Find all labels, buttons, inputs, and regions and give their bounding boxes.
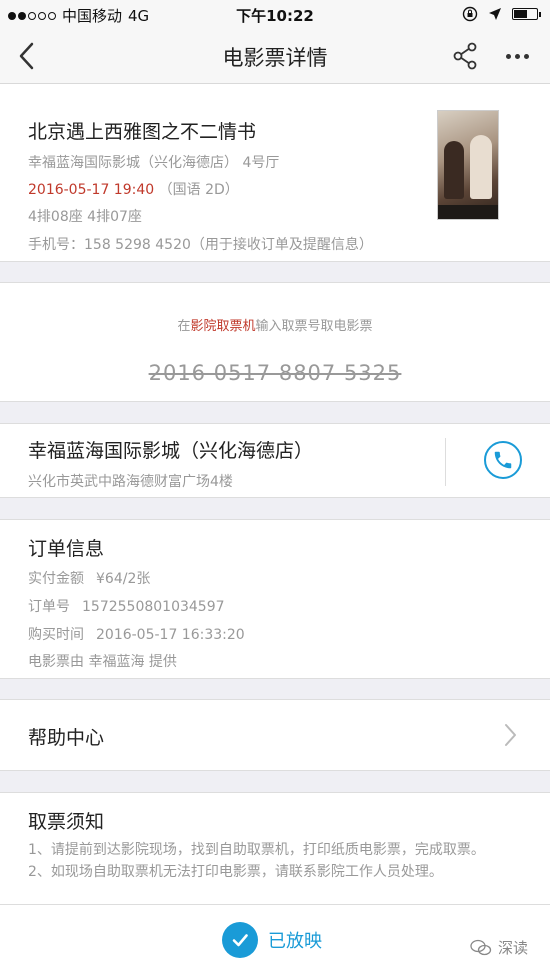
rotation-lock-icon bbox=[462, 6, 478, 22]
cinema-card[interactable]: 幸福蓝海国际影城（兴化海德店） 兴化市英武中路海德财富广场4楼 bbox=[0, 423, 550, 498]
battery-icon bbox=[512, 8, 541, 20]
divider bbox=[445, 438, 446, 486]
ticket-machine-link: 影院取票机 bbox=[190, 319, 256, 334]
movie-poster[interactable] bbox=[437, 110, 499, 220]
hint-suffix: 输入取票号取电影票 bbox=[255, 319, 373, 334]
order-info-card: 订单信息 实付金额 ¥64/2张 订单号 1572550801034597 购买时间… bbox=[0, 519, 550, 679]
seats: 4排08座 4排07座 bbox=[28, 209, 142, 225]
showtime-line: 2016-05-17 19:40 （国语 2D） bbox=[28, 179, 239, 199]
pickup-notice-text: 1、请提前到达影院现场，找到自助取票机，打印纸质电影票，完成取票。 2、如现场自… bbox=[28, 839, 528, 883]
purchase-time-row: 购买时间 2016-05-17 16:33:20 bbox=[28, 624, 245, 644]
bottom-bar: 已放映 深读 bbox=[0, 904, 550, 977]
order-info-title: 订单信息 bbox=[28, 538, 105, 560]
more-icon[interactable] bbox=[506, 42, 538, 70]
status-right bbox=[462, 6, 541, 22]
hint-prefix: 在 bbox=[177, 319, 191, 334]
paid-amount-value: ¥64/2张 bbox=[96, 571, 151, 587]
help-center-row[interactable]: 帮助中心 bbox=[0, 699, 550, 771]
paid-amount-label: 实付金额 bbox=[28, 571, 84, 587]
nav-bar: 电影票详情 bbox=[0, 28, 550, 84]
phone-icon bbox=[494, 451, 512, 469]
ticket-code-hint: 在影院取票机输入取票号取电影票 bbox=[0, 315, 550, 334]
watermark-text: 深读 bbox=[498, 939, 529, 957]
order-number-value: 1572550801034597 bbox=[82, 599, 225, 615]
check-circle-icon bbox=[222, 922, 258, 958]
cinema-address: 兴化市英武中路海德财富广场4楼 bbox=[28, 474, 233, 490]
ticket-code: 2016 0517 8807 5325 bbox=[148, 361, 402, 385]
movie-title: 北京遇上西雅图之不二情书 bbox=[28, 121, 257, 143]
status-bar: 中国移动 4G 下午10:22 bbox=[0, 0, 550, 28]
phone-info: 手机号：158 5298 4520（用于接收订单及提醒信息） bbox=[28, 237, 373, 253]
help-center-label: 帮助中心 bbox=[28, 727, 105, 749]
pickup-notice-title: 取票须知 bbox=[28, 811, 105, 833]
pickup-notice-card: 取票须知 1、请提前到达影院现场，找到自助取票机，打印纸质电影票，完成取票。 2… bbox=[0, 792, 550, 904]
call-cinema-button[interactable] bbox=[484, 441, 522, 479]
order-number-row: 订单号 1572550801034597 bbox=[28, 596, 225, 616]
chevron-right-icon bbox=[505, 724, 516, 746]
share-icon[interactable] bbox=[450, 40, 480, 72]
location-arrow-icon bbox=[489, 8, 501, 20]
notice-item-1: 1、请提前到达影院现场，找到自助取票机，打印纸质电影票，完成取票。 bbox=[28, 842, 485, 858]
watermark: 深读 bbox=[470, 937, 528, 958]
notice-item-2: 2、如现场自助取票机无法打印电影票，请联系影院工作人员处理。 bbox=[28, 864, 443, 880]
cinema-hall: 幸福蓝海国际影城（兴化海德店） 4号厅 bbox=[28, 155, 280, 171]
showtime: 2016-05-17 19:40 bbox=[28, 182, 155, 198]
ticket-code-card: 在影院取票机输入取票号取电影票 2016 0517 8807 5325 bbox=[0, 282, 550, 402]
screened-status-label: 已放映 bbox=[268, 931, 322, 952]
order-number-label: 订单号 bbox=[28, 599, 70, 615]
ticket-provider: 电影票由 幸福蓝海 提供 bbox=[28, 654, 177, 670]
movie-card[interactable]: 北京遇上西雅图之不二情书 幸福蓝海国际影城（兴化海德店） 4号厅 2016-05… bbox=[0, 84, 550, 262]
wechat-icon bbox=[470, 939, 492, 955]
purchase-time-label: 购买时间 bbox=[28, 627, 84, 643]
paid-amount-row: 实付金额 ¥64/2张 bbox=[28, 568, 150, 588]
language-format: （国语 2D） bbox=[158, 182, 239, 198]
cinema-name: 幸福蓝海国际影城（兴化海德店） bbox=[28, 440, 314, 462]
purchase-time-value: 2016-05-17 16:33:20 bbox=[96, 627, 245, 643]
screened-status-button[interactable]: 已放映 bbox=[222, 922, 322, 958]
